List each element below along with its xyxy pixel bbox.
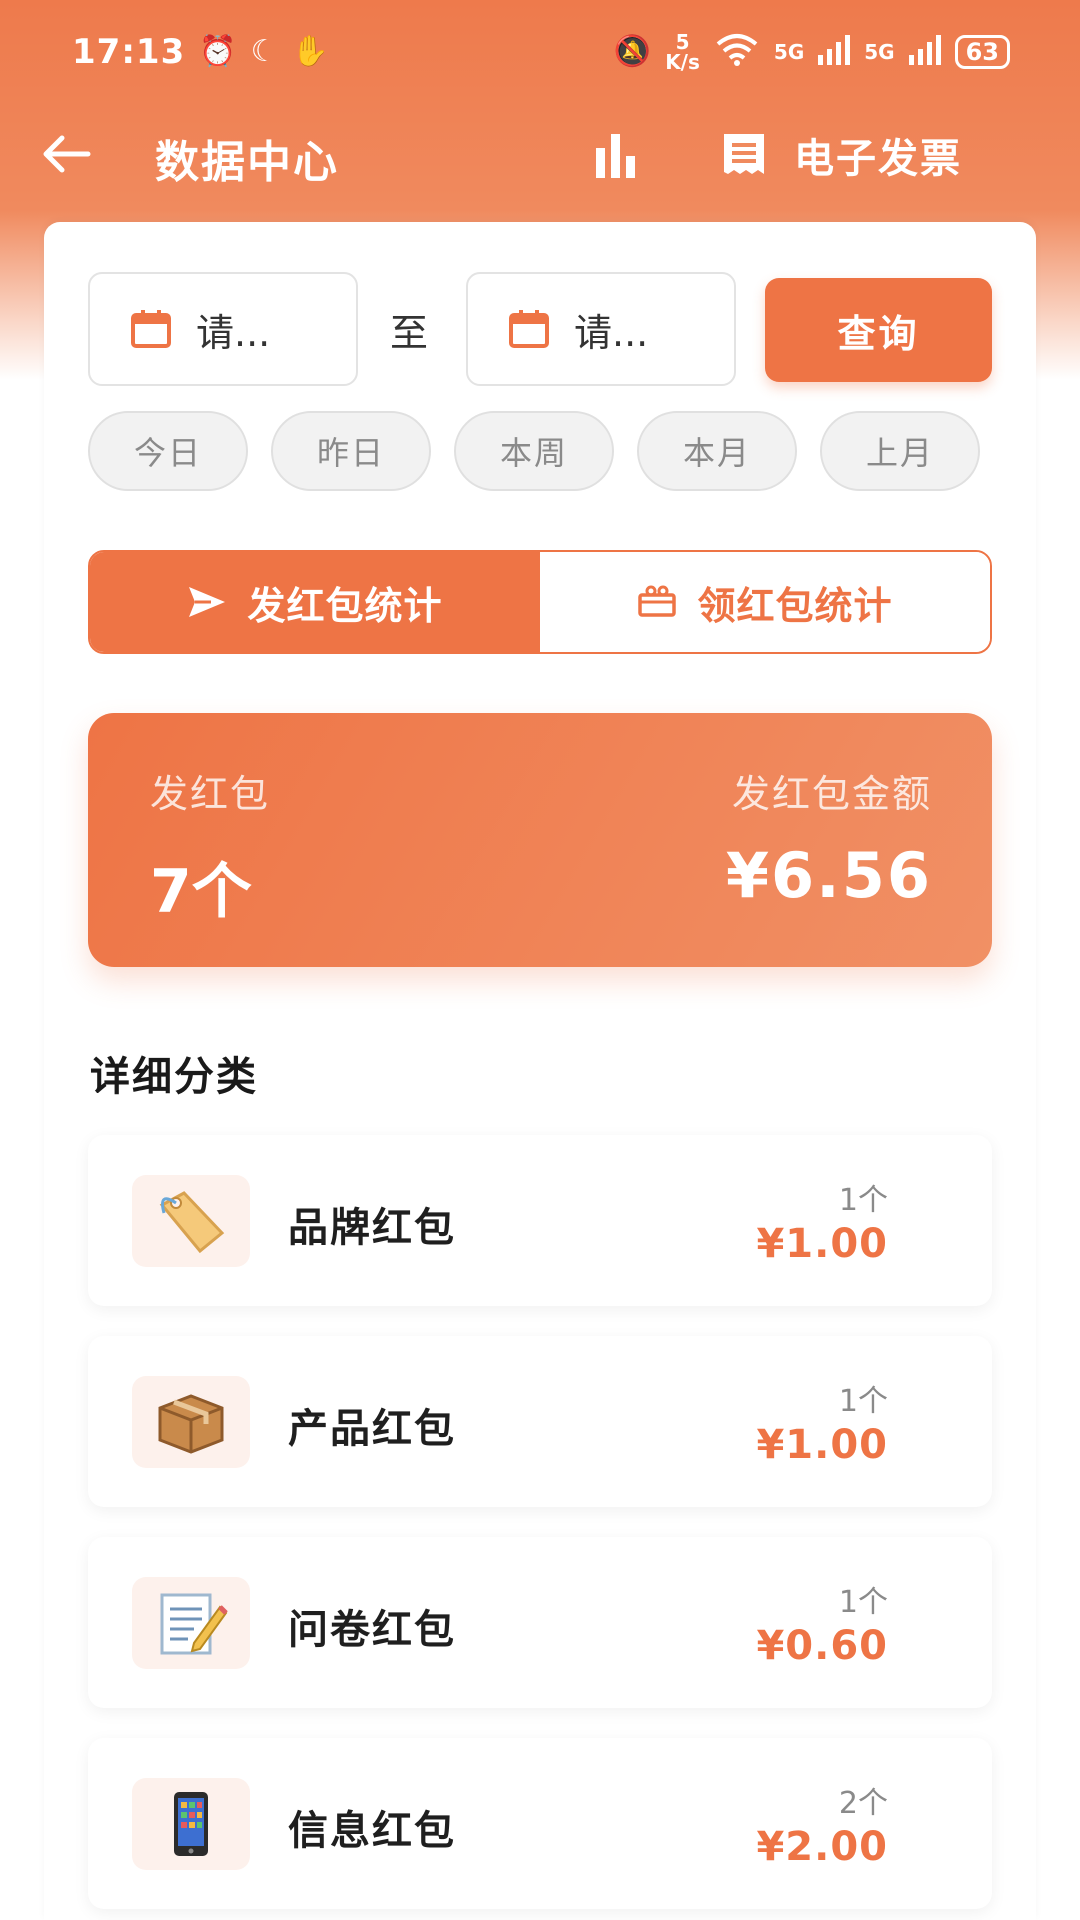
date-filter: 请... 至 请... 查询 (88, 272, 992, 386)
query-button[interactable]: 查询 (765, 278, 992, 382)
arrow-left-icon (43, 135, 91, 173)
back-button[interactable] (38, 126, 94, 182)
nav-bar: 数据中心 电子发票 (0, 104, 1080, 204)
bar-chart-icon (596, 134, 635, 178)
calendar-icon (509, 310, 549, 348)
page-title: 数据中心 (155, 137, 339, 188)
battery-indicator: 63 (954, 35, 1010, 69)
item-amount: ¥0.60 (756, 1623, 888, 1669)
item-name: 产品红包 (288, 1406, 456, 1452)
date-separator: 至 (390, 311, 429, 355)
item-name: 问卷红包 (288, 1607, 456, 1653)
chart-button[interactable] (590, 130, 646, 180)
chip-this-week[interactable]: 本周 (454, 411, 614, 491)
signal-2-icon (908, 35, 941, 69)
sim2-label: 5G (864, 40, 895, 64)
tag-icon (132, 1175, 250, 1267)
item-amount: ¥1.00 (756, 1422, 888, 1468)
end-date-field[interactable]: 请... (466, 272, 736, 386)
item-name: 品牌红包 (288, 1205, 456, 1251)
chip-last-month[interactable]: 上月 (820, 411, 980, 491)
status-time: 17:13 (72, 32, 186, 72)
net-speed: 5 K/s (665, 32, 700, 72)
list-item-survey[interactable]: 问卷红包 1个 ¥0.60 (88, 1537, 992, 1708)
start-date-placeholder: 请... (196, 310, 271, 355)
section-title: 详细分类 (90, 1054, 258, 1100)
tab-send-label: 发红包统计 (247, 583, 443, 628)
tab-send-stats[interactable]: 发红包统计 (90, 552, 540, 652)
sim1-label: 5G (773, 40, 805, 64)
chip-yesterday[interactable]: 昨日 (271, 411, 431, 491)
package-icon (132, 1376, 250, 1468)
status-bar: 17:13 ⏰ ☾ ✋ 🔕 5 K/s 5G 5G 63 (0, 0, 1080, 104)
tab-receive-stats[interactable]: 领红包统计 (540, 552, 990, 652)
chip-this-month[interactable]: 本月 (637, 411, 797, 491)
moon-icon: ☾ (250, 34, 278, 69)
quick-range-chips: 今日 昨日 本周 本月 上月 (88, 411, 992, 491)
list-item-brand[interactable]: 品牌红包 1个 ¥1.00 (88, 1135, 992, 1306)
item-count: 1个 (838, 1384, 888, 1419)
tab-receive-label: 领红包统计 (697, 583, 893, 628)
hand-icon: ✋ (291, 34, 329, 69)
stats-tabs: 发红包统计 领红包统计 (88, 550, 992, 654)
sent-amount-value: ¥6.56 (725, 839, 932, 912)
sent-count-label: 发红包 (150, 772, 271, 816)
sent-count-value: 7个 (150, 857, 252, 927)
signal-1-icon (818, 35, 851, 69)
memo-icon (132, 1577, 250, 1669)
e-invoice-label: 电子发票 (794, 136, 962, 182)
item-name: 信息红包 (288, 1808, 456, 1854)
battery-level: 63 (965, 38, 999, 66)
net-speed-unit: K/s (665, 50, 700, 74)
item-count: 1个 (838, 1183, 888, 1218)
list-item-product[interactable]: 产品红包 1个 ¥1.00 (88, 1336, 992, 1507)
item-count: 2个 (838, 1786, 888, 1821)
send-icon (189, 587, 226, 617)
summary-card: 发红包 发红包金额 7个 ¥6.56 (88, 713, 992, 967)
item-amount: ¥1.00 (756, 1221, 888, 1267)
alarm-icon: ⏰ (199, 34, 237, 69)
item-count: 1个 (838, 1585, 888, 1620)
e-invoice-button[interactable]: 电子发票 (720, 126, 962, 184)
chip-today[interactable]: 今日 (88, 411, 248, 491)
end-date-placeholder: 请... (574, 310, 649, 355)
phone-icon (132, 1778, 250, 1870)
calendar-icon (131, 310, 171, 348)
sent-amount-label: 发红包金额 (731, 772, 932, 816)
receipt-icon (724, 134, 764, 174)
start-date-field[interactable]: 请... (88, 272, 358, 386)
item-amount: ¥2.00 (756, 1824, 888, 1870)
wifi-icon (714, 32, 760, 72)
list-item-info[interactable]: 信息红包 2个 ¥2.00 (88, 1738, 992, 1909)
gift-box-icon (638, 585, 677, 617)
mute-icon: 🔕 (613, 34, 652, 69)
